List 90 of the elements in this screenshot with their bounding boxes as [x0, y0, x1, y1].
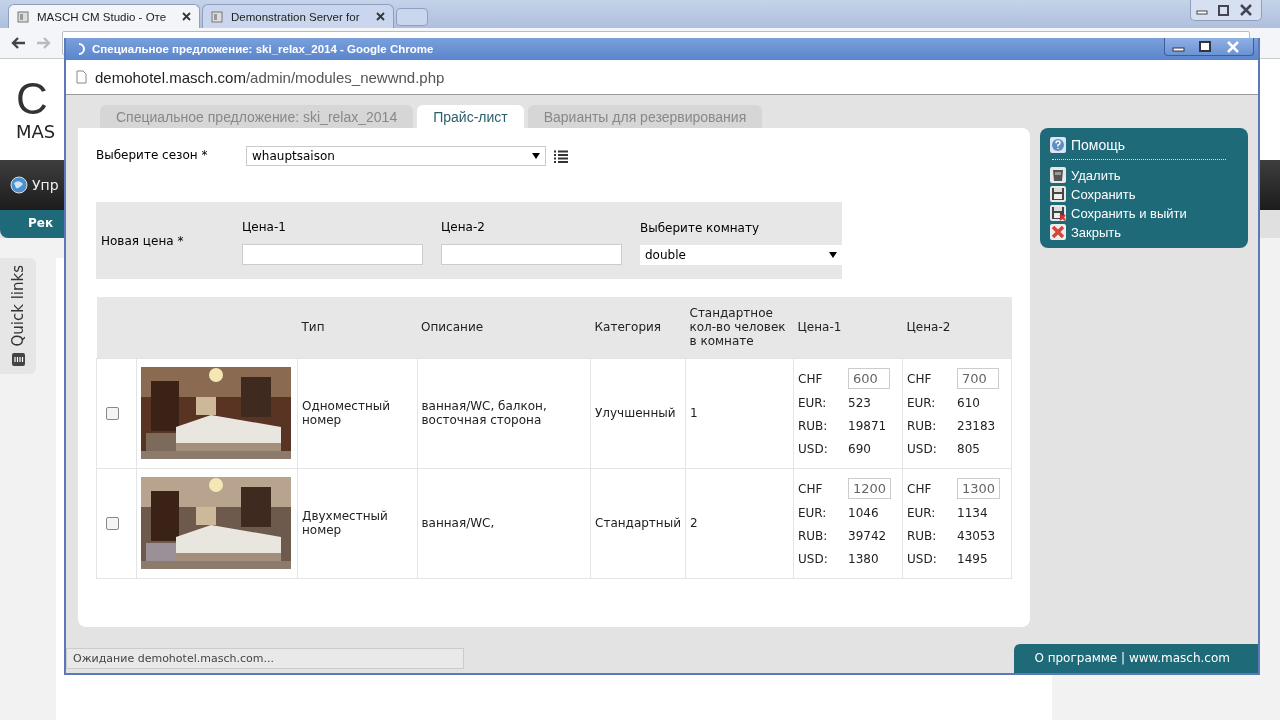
price-input[interactable]: 600	[848, 368, 890, 389]
close-icon[interactable]	[182, 12, 191, 21]
price-value: 610	[957, 396, 980, 410]
logo-text: C	[16, 77, 48, 121]
trash-icon	[1050, 167, 1066, 183]
price-value: 1380	[848, 552, 879, 566]
quick-links-tab[interactable]: Quick links	[0, 258, 36, 374]
column-header: Описание	[421, 320, 484, 335]
currency-label: EUR:	[907, 396, 937, 410]
room-select[interactable]: double	[640, 244, 842, 265]
window-title: Специальное предложение: ski_relax_2014 - Google Chrome	[92, 43, 434, 55]
price-input[interactable]: 1300	[957, 478, 1001, 499]
globe-icon	[10, 176, 28, 194]
currency-label: CHF	[907, 371, 933, 386]
price-value: 43053	[957, 529, 996, 543]
window-controls[interactable]	[1190, 0, 1262, 21]
action-link[interactable]: Сохранить и выйти	[1050, 205, 1238, 221]
currency-label: USD:	[798, 442, 829, 456]
column-header: Цена-2	[906, 320, 951, 335]
room-type: Одноместный номер	[302, 399, 391, 427]
page-icon	[76, 70, 87, 84]
room-description: ванная/WC,	[421, 516, 495, 530]
window-controls[interactable]	[1164, 38, 1254, 56]
help-icon	[1050, 137, 1066, 153]
column-header: Цена-1	[797, 320, 842, 335]
person-count: 1	[690, 406, 698, 420]
page-icon	[211, 10, 223, 23]
nav-item[interactable]: Упр	[32, 177, 59, 193]
field-label: Выберите комнату	[640, 220, 761, 235]
season-select[interactable]: whauptsaison	[246, 146, 546, 166]
page-icon	[17, 10, 29, 23]
action-link[interactable]: Закрыть	[1050, 224, 1238, 240]
currency-label: CHF	[798, 371, 824, 386]
column-header: Стандартное кол-во человек в комнате	[689, 306, 786, 349]
floppy-disk-icon	[1050, 186, 1066, 202]
loading-icon	[76, 43, 86, 55]
currency-label: RUB:	[798, 529, 829, 543]
currency-label: EUR:	[798, 506, 828, 520]
close-icon[interactable]	[376, 12, 385, 21]
footer-link[interactable]: О программе | www.masch.com	[1014, 644, 1258, 673]
status-bubble: Ожидание demohotel.masch.com...	[66, 648, 464, 669]
price-value: 1134	[957, 506, 988, 520]
room-type: Двухместный номер	[302, 509, 388, 537]
back-icon[interactable]	[10, 36, 26, 50]
help-link[interactable]: Помощь	[1050, 137, 1238, 153]
price-value: 19871	[848, 419, 887, 433]
list-icon[interactable]	[554, 149, 568, 163]
price-value: 39742	[848, 529, 887, 543]
currency-label: USD:	[907, 442, 938, 456]
price-value: 805	[957, 442, 980, 456]
price-input[interactable]: 1200	[848, 478, 892, 499]
price-input[interactable]	[441, 244, 622, 265]
price-input[interactable]	[242, 244, 423, 265]
column-header: Тип	[301, 320, 325, 335]
currency-label: EUR:	[907, 506, 937, 520]
action-link[interactable]: Сохранить	[1050, 186, 1238, 202]
price-input[interactable]: 700	[957, 368, 999, 389]
action-link[interactable]: Удалить	[1050, 167, 1238, 183]
price-value: 690	[848, 442, 871, 456]
price-value: 523	[848, 396, 871, 410]
checkbox[interactable]	[106, 516, 119, 530]
checkbox[interactable]	[106, 406, 119, 420]
currency-label: RUB:	[907, 529, 938, 543]
currency-label: USD:	[907, 552, 938, 566]
browser-tab[interactable]: MASCH CM Studio - Оте	[8, 4, 200, 28]
grid-icon	[11, 353, 25, 366]
price-value: 1495	[957, 552, 988, 566]
price-value: 23183	[957, 419, 996, 433]
column-header: Категория	[594, 320, 662, 335]
field-label: Выберите сезон *	[96, 148, 209, 162]
person-count: 2	[690, 516, 698, 530]
currency-label: RUB:	[907, 419, 938, 433]
room-category: Улучшенный	[595, 406, 676, 420]
price-value: 1046	[848, 506, 879, 520]
currency-label: RUB:	[798, 419, 829, 433]
browser-tab[interactable]: Demonstration Server for	[202, 4, 394, 28]
currency-label: CHF	[907, 481, 933, 496]
currency-label: EUR:	[798, 396, 828, 410]
address-bar[interactable]: demohotel.masch.com/admin/modules_newwnd.php	[66, 60, 1258, 95]
floppy-disk-icon	[1050, 205, 1066, 221]
logo-subtitle: MAS	[16, 121, 56, 142]
room-category: Стандартный	[595, 516, 681, 530]
close-icon	[1050, 224, 1066, 240]
field-label: Цена-2	[441, 220, 486, 234]
tab[interactable]: Прайс-лист	[417, 105, 524, 128]
field-label: Новая цена *	[101, 233, 185, 248]
currency-label: CHF	[798, 481, 824, 496]
room-description: ванная/WC, балкон, восточная сторона	[421, 399, 547, 427]
field-label: Цена-1	[242, 220, 287, 234]
currency-label: USD:	[798, 552, 829, 566]
